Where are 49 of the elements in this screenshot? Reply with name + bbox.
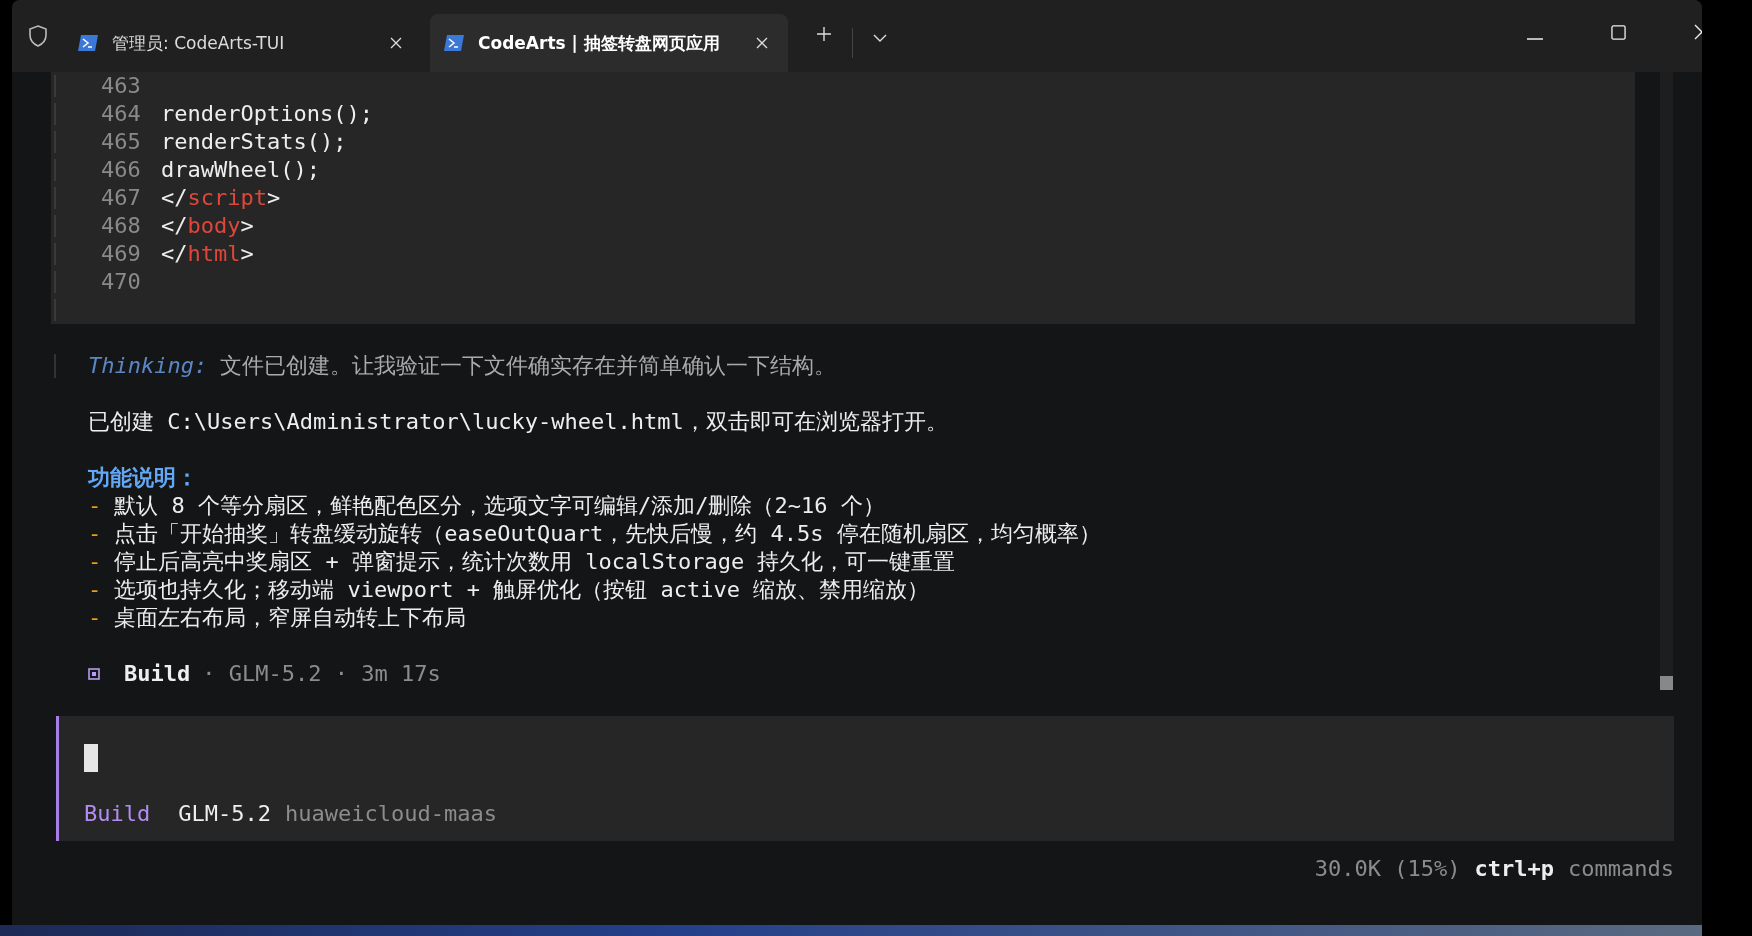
tab[interactable]: CodeArts | 抽签转盘网页应用 [430, 14, 788, 72]
square-icon [88, 668, 100, 680]
code-line: drawWheel(); [161, 156, 320, 184]
scrollbar[interactable] [1660, 72, 1673, 690]
line-number: 466 [101, 156, 142, 184]
message-text: 已创建 C:\Users\Administrator\lucky-wheel.html，双击即可在浏览器打开。 [87, 408, 949, 436]
code-line: </html> [161, 240, 254, 268]
code-line: renderOptions(); [161, 100, 373, 128]
provider-label: huaweicloud-maas [284, 801, 497, 826]
shield-icon[interactable] [26, 24, 50, 48]
plus-icon[interactable] [816, 26, 832, 42]
terminal-icon [78, 35, 98, 51]
thinking-text: Thinking: 文件已创建。让我验证一下文件确实存在并简单确认一下结构。 [88, 352, 837, 380]
bullet-marker: - [88, 577, 102, 602]
bullet-marker: - [88, 549, 102, 574]
line-number: 469 [101, 240, 142, 268]
bullet-marker: - [88, 521, 102, 546]
token-usage: 30.0K (15%) [1314, 856, 1461, 881]
tab[interactable]: 管理员: CodeArts-TUI [64, 14, 422, 72]
list-item-text: 点击「开始抽奖」转盘缓动旋转（easeOutQuart，先快后慢，约 4.5s 停在随机扇区，均匀概率） [114, 521, 1101, 546]
model-label: GLM-5.2 [178, 801, 271, 826]
line-number: 464 [101, 100, 142, 128]
list-item-text: 选项也持久化；移动端 viewport + 触屏优化（按钮 active 缩放、禁用缩放） [114, 577, 930, 602]
code-line: </script> [161, 184, 281, 212]
bullet-marker: - [88, 493, 102, 518]
agent-label: Build [84, 801, 151, 826]
line-number: 467 [101, 184, 142, 212]
line-number: 468 [101, 212, 142, 240]
bullet-marker: - [88, 605, 102, 630]
section-heading: 功能说明： [87, 464, 199, 492]
list-item-text: 停止后高亮中奖扇区 + 弹窗提示，统计次数用 localStorage 持久化，可一键重置 [114, 549, 956, 574]
line-number: 463 [101, 72, 142, 100]
close-icon[interactable] [756, 37, 768, 49]
line-number: 465 [101, 128, 142, 156]
chevron-down-icon[interactable] [873, 34, 887, 42]
build-details: · GLM-5.2 · 3m 17s [202, 660, 441, 688]
code-line: </body> [161, 212, 254, 240]
terminal-icon [444, 35, 464, 51]
prompt-input-field[interactable]: Build GLM-5.2 huaweicloud-maas [59, 716, 1674, 841]
list-item-text: 默认 8 个等分扇区，鲜艳配色区分，选项文字可编辑/添加/删除（2~16 个） [114, 493, 885, 518]
shortcut-label: commands [1568, 856, 1674, 881]
list-item-text: 桌面左右布局，窄屏自动转上下布局 [114, 605, 467, 630]
text-cursor [84, 744, 98, 772]
code-line: renderStats(); [161, 128, 347, 156]
close-icon[interactable] [390, 37, 402, 49]
agent-label: Build [124, 660, 191, 688]
maximize-icon[interactable] [1611, 25, 1626, 40]
shortcut-key: ctrl+p [1474, 856, 1555, 881]
line-number: 470 [101, 268, 142, 296]
